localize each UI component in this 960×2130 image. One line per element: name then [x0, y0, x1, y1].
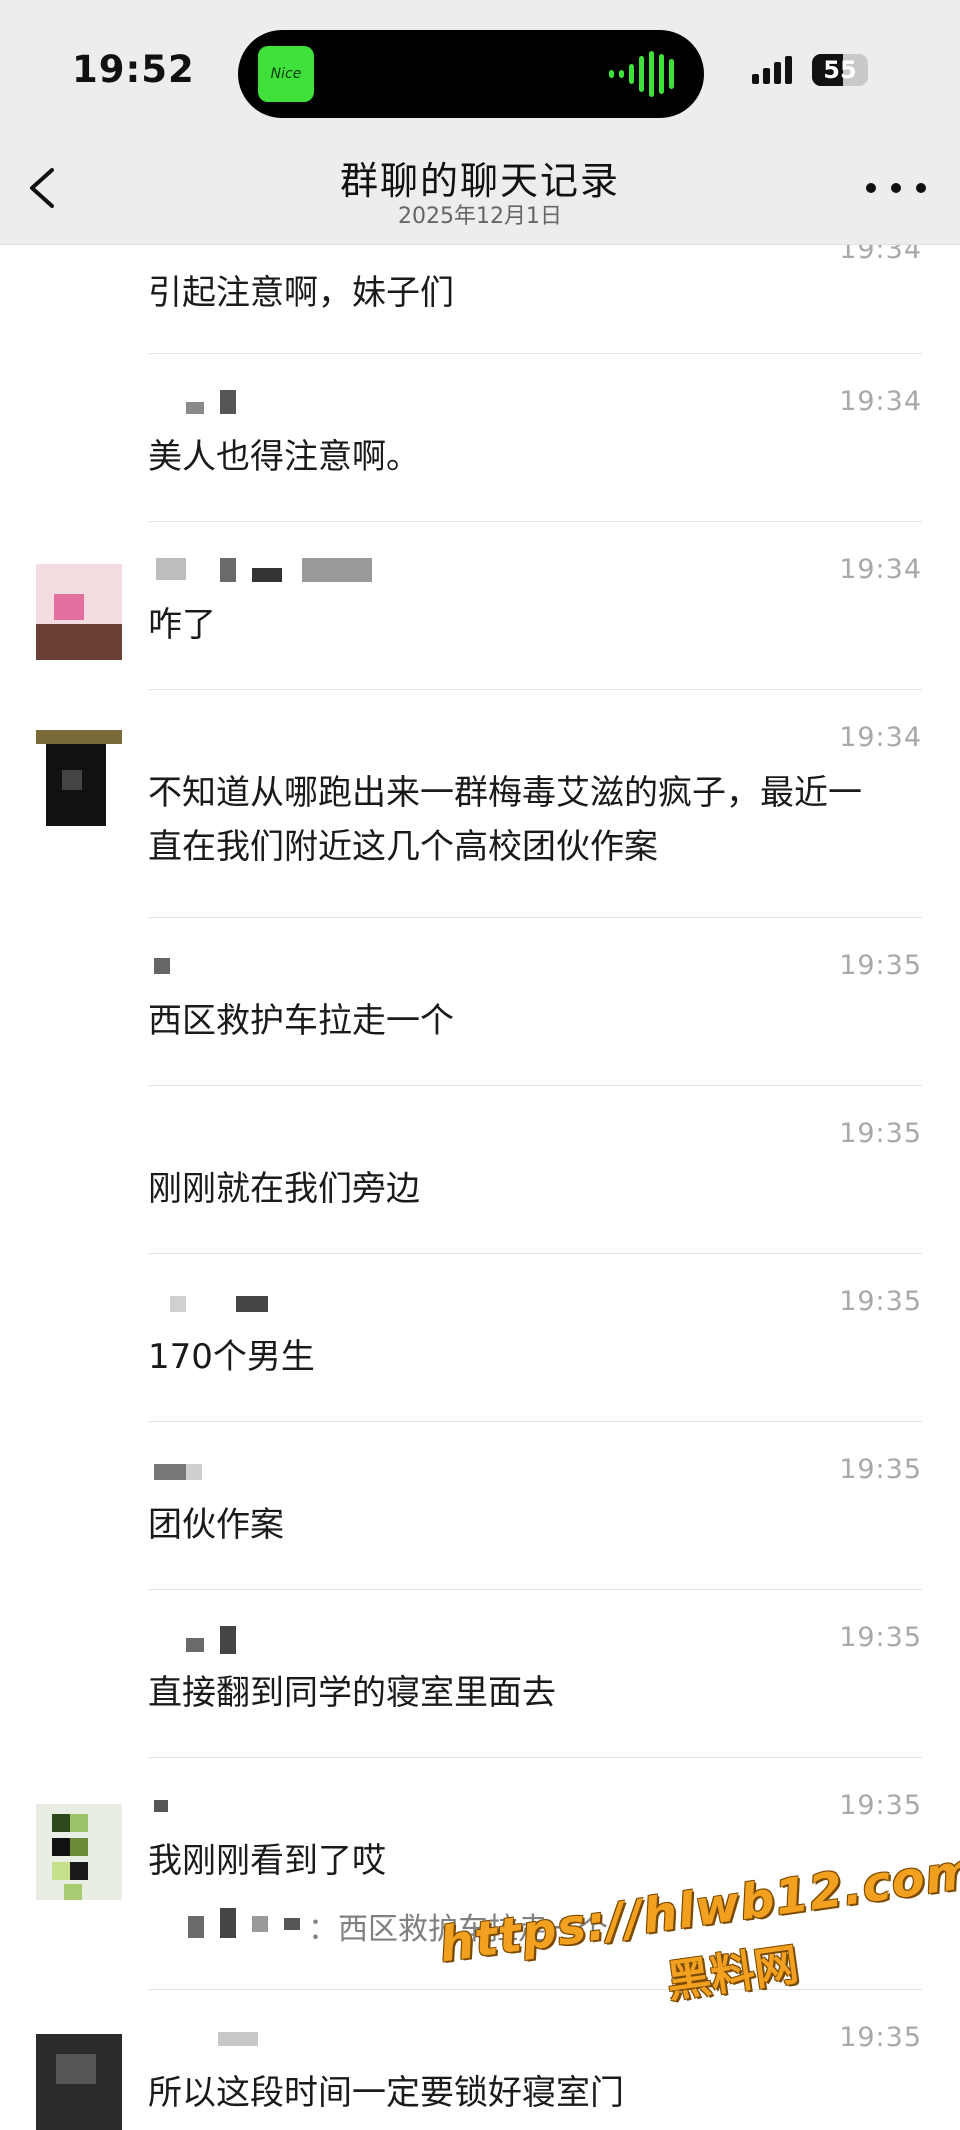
battery-level: 55	[823, 56, 857, 84]
more-options-button[interactable]	[866, 176, 926, 200]
message-text: 咋了	[148, 605, 216, 645]
avatar[interactable]	[36, 730, 122, 826]
top-bar: 19:52 Nice 55 群聊的聊天记录 2025年12月1日	[0, 0, 960, 245]
message-time: 19:35	[839, 1118, 922, 1149]
message-row[interactable]: 19:35 团伙作案	[0, 1422, 960, 1590]
message-row[interactable]: 19:35 刚刚就在我们旁边	[0, 1086, 960, 1254]
message-row[interactable]: 19:35 直接翻到同学的寝室里面去	[0, 1590, 960, 1758]
message-text: 刚刚就在我们旁边	[148, 1169, 420, 1209]
avatar[interactable]	[36, 1804, 122, 1900]
message-time: 19:34	[839, 386, 922, 417]
dot-icon	[891, 183, 901, 193]
message-text: 不知道从哪跑出来一群梅毒艾滋的疯子，最近一直在我们附近这几个高校团伙作案	[148, 773, 862, 867]
message-time: 19:35	[839, 1790, 922, 1821]
message-time: 19:34	[839, 722, 922, 753]
cellular-signal-icon	[752, 56, 792, 84]
message-time: 19:35	[839, 2022, 922, 2053]
message-row[interactable]: 19:34 美人也得注意啊。	[0, 354, 960, 522]
dynamic-island[interactable]: Nice	[238, 30, 704, 118]
message-row[interactable]: 19:35 170个男生	[0, 1254, 960, 1422]
message-time: 19:35	[839, 950, 922, 981]
message-time: 19:35	[839, 1622, 922, 1653]
avatar[interactable]	[36, 2034, 122, 2130]
battery-icon: 55	[812, 54, 868, 86]
status-time: 19:52	[72, 48, 195, 91]
message-text: 170个男生	[148, 1337, 315, 1377]
avatar[interactable]	[36, 564, 122, 660]
message-time: 19:35	[839, 1454, 922, 1485]
message-time: 19:34	[839, 554, 922, 585]
dot-icon	[916, 183, 926, 193]
message-row[interactable]: 19:34 不知道从哪跑出来一群梅毒艾滋的疯子，最近一直在我们附近这几个高校团伙…	[0, 690, 960, 918]
message-row[interactable]: 19:35 西区救护车拉走一个	[0, 918, 960, 1086]
dot-icon	[866, 183, 876, 193]
message-text: 美人也得注意啊。	[148, 437, 420, 477]
page-subtitle: 2025年12月1日	[398, 204, 562, 229]
message-text: 直接翻到同学的寝室里面去	[148, 1673, 556, 1713]
message-text: 引起注意啊，妹子们	[148, 273, 454, 313]
now-playing-album-art: Nice	[258, 46, 314, 102]
message-text: 团伙作案	[148, 1505, 284, 1545]
message-text: 西区救护车拉走一个	[148, 1001, 454, 1041]
message-time: 19:35	[839, 1286, 922, 1317]
page-title: 群聊的聊天记录	[339, 159, 620, 203]
message-row[interactable]: 19:34 咋了	[0, 522, 960, 690]
message-text: 所以这段时间一定要锁好寝室门	[148, 2073, 624, 2113]
audio-waveform-icon	[609, 50, 674, 98]
